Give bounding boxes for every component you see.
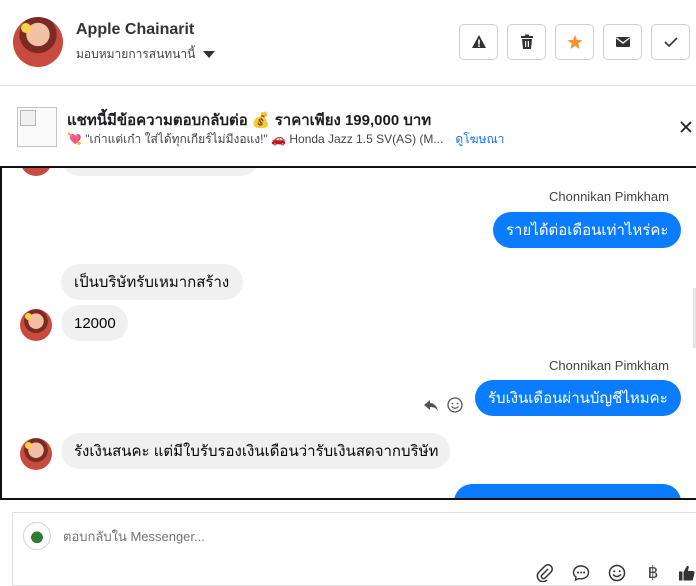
reply-composer: ฿ (12, 512, 696, 586)
trash-icon (520, 34, 533, 49)
attach-button[interactable] (533, 561, 557, 585)
like-button[interactable] (675, 561, 696, 585)
warning-icon (471, 35, 486, 48)
contact-avatar[interactable] (13, 17, 63, 67)
contact-name[interactable]: Apple Chainarit (76, 21, 194, 39)
message-bubble-incoming: เป็นบริษัทรับเหมากสร้าง (61, 264, 243, 300)
contact-avatar-small (20, 438, 52, 470)
message-bubble-cutoff (454, 484, 681, 498)
message-bubble-outgoing: รายได้ต่อเดือนเท่าไหร่คะ (493, 212, 681, 248)
saved-replies-button[interactable] (569, 561, 593, 585)
chat-bubble-icon (572, 565, 590, 582)
assign-conversation-dropdown[interactable]: มอบหมายการสนทนานี้ (76, 45, 216, 64)
caret-down-icon (203, 51, 216, 58)
ad-subtitle-row: 💘 "เก่าแต่เก๋า ใส่ได้ทุกเกียร์ไม่มีงอแง!… (67, 130, 504, 149)
message-thread[interactable]: Chonnikan Pimkham รายได้ต่อเดือนเท่าไหร่… (0, 166, 696, 500)
delete-button[interactable] (507, 24, 546, 60)
reply-icon[interactable] (423, 398, 439, 412)
emoji-button[interactable] (605, 561, 629, 585)
star-icon (567, 35, 582, 49)
message-bubble-incoming: รังเงินสนคะ แต่มีใบรับรองเงินเดือนว่ารับ… (61, 433, 450, 469)
message-bubble-cutoff (61, 168, 259, 176)
report-button[interactable] (459, 24, 498, 60)
page-avatar (23, 522, 51, 550)
check-icon (663, 37, 678, 48)
contact-avatar-small (20, 168, 52, 176)
ad-thumbnail[interactable] (17, 107, 57, 147)
emoji-reaction-icon[interactable] (447, 397, 463, 413)
message-bubble-incoming: 12000 (61, 305, 128, 341)
mark-unread-button[interactable] (603, 24, 642, 60)
ad-context-banner: แชทนี้มีข้อความตอบกลับต่อ 💰 ราคาเพียง 19… (0, 87, 696, 165)
emoji-icon (608, 564, 626, 582)
view-ad-link[interactable]: ดูโฆษณา (455, 130, 504, 149)
sender-name: Chonnikan Pimkham (549, 358, 669, 373)
contact-avatar-small (20, 309, 52, 341)
reply-input[interactable] (63, 529, 483, 544)
payment-button[interactable]: ฿ (641, 561, 665, 585)
close-icon[interactable] (679, 120, 693, 134)
star-button[interactable] (555, 24, 594, 60)
sender-name: Chonnikan Pimkham (549, 189, 669, 204)
message-actions (423, 397, 463, 413)
assign-label: มอบหมายการสนทนานี้ (76, 47, 196, 61)
thumbs-up-icon (679, 565, 695, 581)
message-bubble-outgoing: รับเงินเดือนผ่านบัญชีไหมคะ (475, 380, 681, 416)
mail-icon (615, 37, 630, 47)
conversation-header: Apple Chainarit มอบหมายการสนทนานี้ (0, 0, 696, 86)
baht-icon: ฿ (647, 563, 659, 582)
ad-subtitle: 💘 "เก่าแต่เก๋า ใส่ได้ทุกเกียร์ไม่มีงอแง!… (67, 132, 444, 146)
paperclip-icon (536, 564, 553, 582)
mark-done-button[interactable] (651, 24, 690, 60)
ad-title: แชทนี้มีข้อความตอบกลับต่อ 💰 ราคาเพียง 19… (67, 112, 432, 129)
